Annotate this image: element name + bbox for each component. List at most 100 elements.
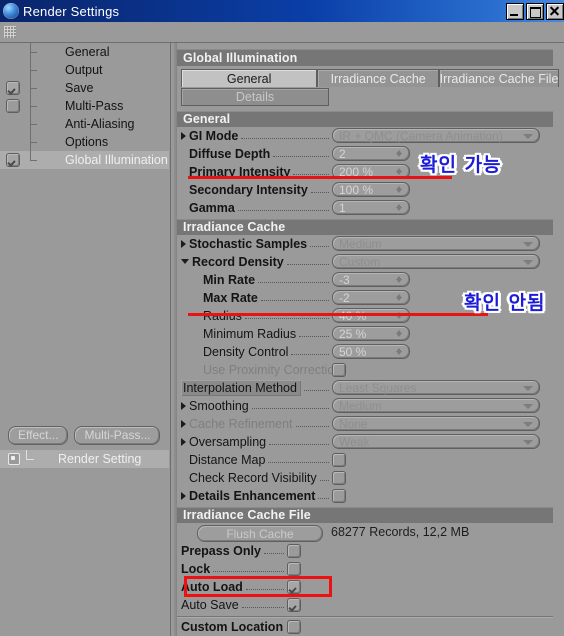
- render-setting-row[interactable]: Render Setting: [0, 450, 169, 468]
- number-field[interactable]: 25 %: [332, 326, 410, 341]
- dotted-leader: [258, 281, 329, 283]
- chevron-down-icon[interactable]: [523, 386, 533, 391]
- stepper-down-icon[interactable]: [396, 279, 402, 283]
- dropdown[interactable]: Custom: [332, 254, 540, 269]
- minimize-icon[interactable]: [506, 3, 524, 20]
- dropdown[interactable]: Weak: [332, 434, 540, 449]
- sidebar-item-anti-aliasing[interactable]: Anti-Aliasing: [0, 115, 169, 133]
- number-field[interactable]: -2: [332, 290, 410, 305]
- chevron-down-icon[interactable]: [523, 134, 533, 139]
- setting-label: Cache Refinement: [189, 417, 293, 431]
- dropdown[interactable]: Least Squares: [332, 380, 540, 395]
- tab-general[interactable]: General: [181, 69, 318, 87]
- checkbox-empty-icon[interactable]: [6, 99, 20, 113]
- tree-branch: [30, 88, 37, 89]
- settings-row: Prepass Only: [171, 542, 559, 560]
- annotation-box-auto-load: [184, 576, 332, 597]
- setting-label: Details Enhancement: [189, 489, 316, 503]
- checkbox-checked-icon[interactable]: [6, 81, 20, 95]
- stepper-down-icon[interactable]: [396, 297, 402, 301]
- stepper-down-icon[interactable]: [396, 207, 402, 211]
- number-field[interactable]: 1: [332, 200, 410, 215]
- dropdown-value: Weak: [339, 434, 370, 449]
- checkbox-empty-icon[interactable]: [332, 471, 346, 485]
- sidebar-item-options[interactable]: Options: [0, 133, 169, 151]
- expander-down-icon[interactable]: [181, 258, 189, 268]
- number-field[interactable]: 2: [332, 146, 410, 161]
- setting-label: Oversampling: [189, 435, 267, 449]
- number-value: 100 %: [339, 182, 374, 197]
- tab-irradiance-cache-file[interactable]: Irradiance Cache File: [439, 69, 559, 87]
- dotted-leader: [291, 353, 329, 355]
- panel-tabs: General Irradiance Cache Irradiance Cache …: [181, 69, 559, 88]
- chevron-down-icon[interactable]: [523, 242, 533, 247]
- sidebar-checkbox-cell: [0, 151, 26, 169]
- multipass-button[interactable]: Multi-Pass...: [74, 425, 161, 445]
- checkbox-empty-icon[interactable]: [287, 562, 301, 576]
- flush-cache-button[interactable]: Flush Cache: [197, 525, 323, 542]
- dropdown[interactable]: Medium: [332, 398, 540, 413]
- number-value: 50 %: [339, 344, 367, 359]
- sidebar-item-general[interactable]: General: [0, 43, 169, 61]
- checkbox-empty-icon[interactable]: [332, 489, 346, 503]
- sidebar-item-label: Multi-Pass: [65, 99, 124, 113]
- chevron-down-icon[interactable]: [523, 440, 533, 445]
- sidebar-item-multi-pass[interactable]: Multi-Pass: [0, 97, 169, 115]
- sidebar-item-global-illumination[interactable]: Global Illumination: [0, 151, 169, 169]
- checkbox-empty-icon[interactable]: [287, 620, 301, 634]
- panel-title: Global Illumination: [177, 49, 553, 66]
- checkbox-checked-icon[interactable]: [287, 598, 301, 612]
- drag-grip-icon[interactable]: [4, 26, 16, 38]
- expander-right-icon[interactable]: [181, 438, 186, 446]
- setting-label-wrap: Max Rate: [195, 290, 258, 306]
- dropdown[interactable]: None: [332, 416, 540, 431]
- expander-right-icon[interactable]: [181, 492, 186, 500]
- stepper-down-icon[interactable]: [396, 171, 402, 175]
- setting-label: Minimum Radius: [203, 327, 297, 341]
- chevron-down-icon[interactable]: [523, 404, 533, 409]
- dropdown[interactable]: Medium: [332, 236, 540, 251]
- tree-branch: [30, 70, 37, 71]
- expander-right-icon[interactable]: [181, 420, 186, 428]
- number-field[interactable]: 100 %: [332, 182, 410, 197]
- stepper-down-icon[interactable]: [396, 333, 402, 337]
- number-field[interactable]: -3: [332, 272, 410, 287]
- expander-right-icon[interactable]: [181, 240, 186, 248]
- dotted-leader: [251, 407, 329, 409]
- number-field[interactable]: 50 %: [332, 344, 410, 359]
- sidebar-checkbox-cell: [0, 115, 26, 133]
- number-value: 2: [339, 146, 346, 161]
- sidebar-item-save[interactable]: Save: [0, 79, 169, 97]
- setting-label-wrap: Record Density: [181, 254, 284, 270]
- checkbox-empty-icon[interactable]: [332, 453, 346, 467]
- checkbox-empty-icon[interactable]: [332, 363, 346, 377]
- number-value: 25 %: [339, 326, 367, 341]
- tree-branch: [30, 52, 37, 53]
- stepper-down-icon[interactable]: [396, 351, 402, 355]
- stepper-down-icon[interactable]: [396, 153, 402, 157]
- sidebar-item-output[interactable]: Output: [0, 61, 169, 79]
- setting-label-wrap: Smoothing: [181, 398, 249, 414]
- close-icon[interactable]: [546, 3, 564, 20]
- sidebar-item-label: General: [65, 45, 110, 59]
- expander-right-icon[interactable]: [181, 402, 186, 410]
- stepper-down-icon[interactable]: [396, 189, 402, 193]
- render-setting-label: Render Setting: [58, 452, 142, 466]
- subtab-details[interactable]: Details: [181, 88, 329, 106]
- dropdown[interactable]: IR + QMC (Camera Animation): [332, 128, 540, 143]
- settings-row: Minimum Radius 25 %: [171, 325, 559, 343]
- maximize-icon[interactable]: [526, 3, 544, 20]
- sidebar-checkbox-cell: [0, 61, 26, 79]
- chevron-down-icon[interactable]: [523, 260, 533, 265]
- effect-button[interactable]: Effect...: [8, 425, 69, 445]
- render-setting-icon: [8, 453, 20, 465]
- setting-label: Density Control: [203, 345, 289, 359]
- tree-line: [30, 151, 31, 160]
- checkbox-checked-icon[interactable]: [6, 153, 20, 167]
- expander-right-icon[interactable]: [181, 132, 186, 140]
- checkbox-empty-icon[interactable]: [287, 544, 301, 558]
- tab-irradiance-cache[interactable]: Irradiance Cache: [317, 69, 439, 87]
- chevron-down-icon[interactable]: [523, 422, 533, 427]
- setting-label-wrap: Use Proximity Correction: [195, 362, 341, 378]
- dropdown-value: Custom: [339, 254, 381, 269]
